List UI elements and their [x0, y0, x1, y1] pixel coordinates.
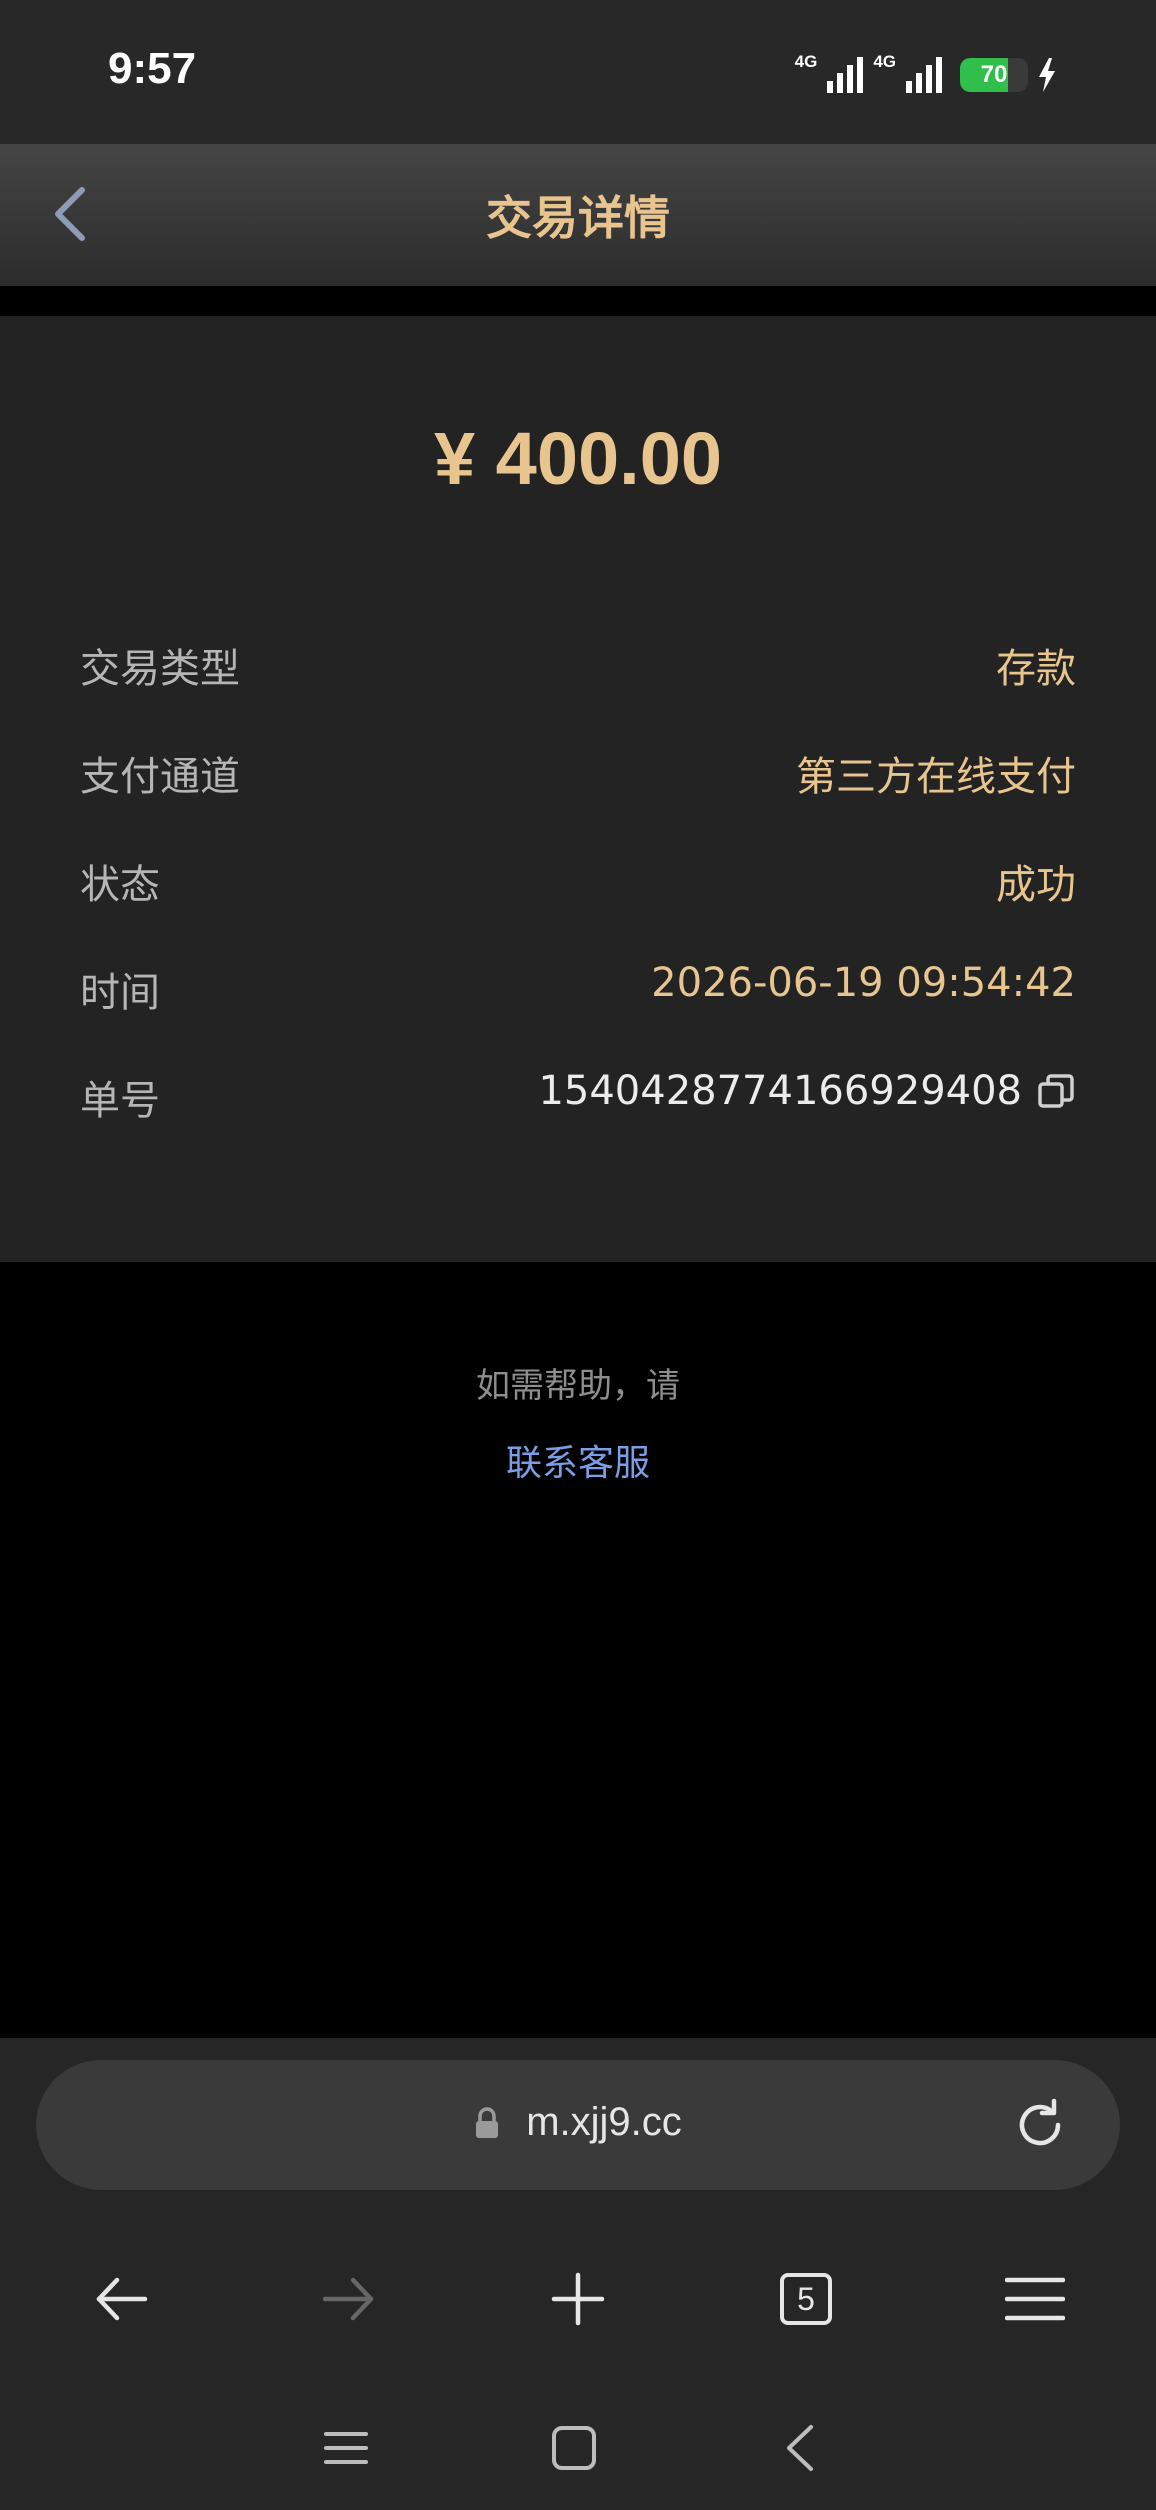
- system-back-icon: [787, 2425, 813, 2471]
- reload-icon[interactable]: [1010, 2095, 1070, 2155]
- order-number-value: 1540428774166929408: [538, 1068, 1022, 1114]
- tabs-button[interactable]: 5: [771, 2264, 841, 2334]
- battery-indicator: 70: [960, 58, 1028, 92]
- status-time: 9:57: [108, 44, 197, 93]
- home-icon: [552, 2426, 596, 2470]
- lock-icon: [476, 2106, 499, 2138]
- system-navigation-bar: [0, 2388, 1156, 2508]
- browser-toolbar: 5: [0, 2238, 1156, 2358]
- network-type-1: 4G: [794, 52, 818, 71]
- detail-row-order-number: 单号 1540428774166929408: [80, 1060, 1076, 1124]
- url-container: m.xjj9.cc: [36, 2100, 1120, 2145]
- arrow-left-icon: [96, 2277, 148, 2321]
- system-back-button[interactable]: [770, 2418, 830, 2478]
- help-text: 如需帮助，请: [476, 1366, 680, 1406]
- arrow-right-icon: [322, 2277, 374, 2321]
- row-label: 时间: [80, 970, 160, 1016]
- page-title: 交易详情: [486, 191, 670, 245]
- home-button[interactable]: [544, 2418, 604, 2478]
- browser-back-button[interactable]: [86, 2264, 156, 2334]
- transaction-detail-card: ¥ 400.00 交易类型 存款 支付通道 第三方在线支付 状态 成功 时间 2…: [0, 316, 1156, 1262]
- row-label: 单号: [80, 1078, 160, 1124]
- row-label: 支付通道: [80, 754, 240, 800]
- status-indicators: 4G 4G 70: [795, 50, 1056, 100]
- plus-icon: [551, 2272, 605, 2326]
- battery-level: 70: [980, 61, 1008, 88]
- row-value: 存款: [996, 646, 1076, 692]
- detail-row-type: 交易类型 存款: [80, 628, 1076, 692]
- recent-apps-button[interactable]: [316, 2418, 376, 2478]
- tab-count: 5: [780, 2273, 832, 2325]
- menu-icon: [1005, 2277, 1065, 2321]
- status-bar: 9:57 4G 4G 70: [0, 0, 1156, 144]
- new-tab-button[interactable]: [543, 2264, 613, 2334]
- browser-menu-button[interactable]: [1000, 2264, 1070, 2334]
- row-label: 状态: [80, 862, 160, 908]
- detail-row-channel: 支付通道 第三方在线支付: [80, 736, 1076, 800]
- contact-support-link[interactable]: 联系客服: [0, 1434, 1156, 1486]
- detail-row-status: 状态 成功: [80, 844, 1076, 908]
- url-text: m.xjj9.cc: [526, 2100, 682, 2144]
- browser-forward-button[interactable]: [314, 2264, 384, 2334]
- browser-bar: m.xjj9.cc 5: [0, 2038, 1156, 2510]
- recent-apps-icon: [324, 2432, 368, 2464]
- copy-icon[interactable]: [1036, 1072, 1076, 1112]
- address-bar[interactable]: m.xjj9.cc: [36, 2060, 1120, 2190]
- row-value: 第三方在线支付: [796, 754, 1076, 800]
- transaction-amount: ¥ 400.00: [433, 417, 723, 500]
- row-value: 成功: [996, 862, 1076, 908]
- row-value: 2026-06-19 09:54:42: [651, 960, 1076, 1006]
- detail-row-time: 时间 2026-06-19 09:54:42: [80, 952, 1076, 1016]
- signal-icon-2: [906, 57, 942, 93]
- network-type-2: 4G: [873, 52, 896, 71]
- charging-icon: [1039, 58, 1055, 92]
- nav-header: 交易详情: [0, 144, 1156, 286]
- signal-icon: [827, 57, 864, 93]
- row-label: 交易类型: [80, 646, 240, 692]
